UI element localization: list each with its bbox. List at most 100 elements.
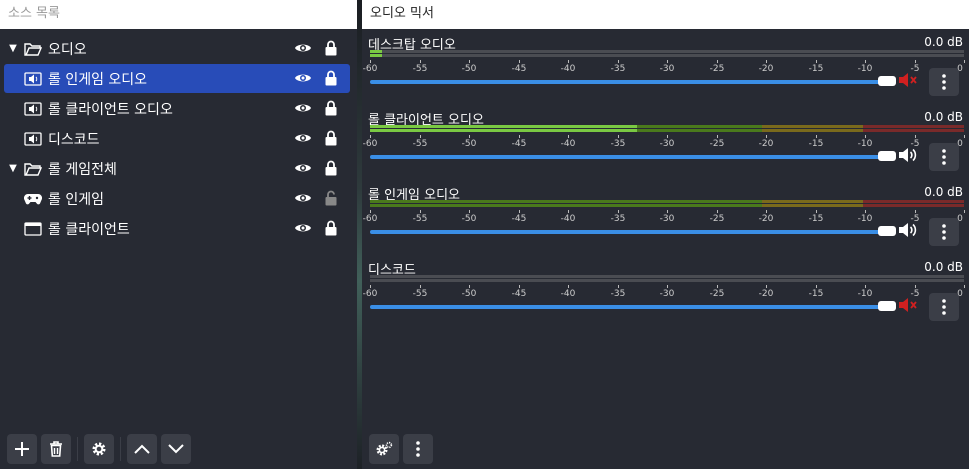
scale-label: -40: [560, 214, 576, 224]
slider-handle[interactable]: [878, 76, 896, 86]
lock-icon[interactable]: [325, 130, 337, 150]
volume-slider[interactable]: [370, 76, 896, 86]
speaker-icon: [899, 223, 917, 237]
scale-tick: [667, 285, 668, 288]
remove-source-button[interactable]: [41, 434, 71, 464]
mixer-channel: 롤 클라이언트 오디오 0.0 dB -60 -55 -50 -45 -40 -35 -30…: [362, 109, 969, 184]
scale-label: -25: [709, 139, 725, 149]
channel-menu-button[interactable]: [929, 293, 959, 321]
scale-tick: [370, 210, 371, 213]
channel-menu-button[interactable]: [929, 68, 959, 96]
visibility-eye-icon[interactable]: [294, 191, 312, 209]
meter-level: [370, 54, 382, 57]
scale-label: -20: [758, 214, 774, 224]
gear-icon: [92, 442, 106, 456]
scale-tick: [618, 60, 619, 63]
scale-tick: [568, 285, 569, 288]
visibility-eye-icon[interactable]: [294, 161, 312, 179]
scale-tick: [915, 210, 916, 213]
meter-scale: -60 -55 -50 -45 -40 -35 -30 -25 -20 -15 -10 -5 0: [363, 60, 965, 80]
audio-output-icon: [22, 71, 44, 87]
mute-toggle[interactable]: [898, 72, 918, 92]
source-row-ingame[interactable]: 롤 인게임: [4, 184, 350, 213]
volume-slider[interactable]: [370, 301, 896, 311]
mixer-menu-button[interactable]: [403, 434, 433, 464]
scale-label: -50: [461, 289, 477, 299]
slider-handle[interactable]: [878, 151, 896, 161]
volume-slider[interactable]: [370, 151, 896, 161]
scale-label: -10: [857, 139, 873, 149]
kebab-icon: [416, 441, 420, 457]
add-source-button[interactable]: [7, 434, 37, 464]
mute-toggle[interactable]: [898, 147, 918, 167]
scale-tick: [964, 60, 965, 63]
scale-tick: [519, 60, 520, 63]
expand-caret-icon[interactable]: ▼: [4, 43, 22, 54]
scale-tick: [865, 135, 866, 138]
visibility-eye-icon[interactable]: [294, 71, 312, 89]
scale-label: -55: [412, 214, 428, 224]
volume-slider[interactable]: [370, 226, 896, 236]
scale-tick: [964, 210, 965, 213]
kebab-icon: [942, 74, 946, 90]
scale-tick: [519, 210, 520, 213]
visibility-eye-icon[interactable]: [294, 131, 312, 149]
scale-tick: [766, 210, 767, 213]
lock-icon[interactable]: [325, 160, 337, 180]
scale-label: -45: [511, 214, 527, 224]
scale-tick: [816, 285, 817, 288]
visibility-eye-icon[interactable]: [294, 41, 312, 59]
meter-level: [370, 50, 382, 53]
move-down-button[interactable]: [161, 434, 191, 464]
up-arrow-icon: [134, 444, 150, 454]
scale-label: -30: [659, 289, 675, 299]
source-properties-button[interactable]: [84, 434, 114, 464]
visibility-eye-icon[interactable]: [294, 221, 312, 239]
scale-label: -15: [808, 214, 824, 224]
volume-meter: [370, 275, 964, 284]
source-row-ingame-audio[interactable]: 롤 인게임 오디오: [4, 64, 350, 93]
expand-caret-icon[interactable]: ▼: [4, 163, 22, 174]
slider-handle[interactable]: [878, 301, 896, 311]
lock-icon[interactable]: [325, 100, 337, 120]
scale-label: -30: [659, 64, 675, 74]
scale-label: -50: [461, 214, 477, 224]
scale-label: -40: [560, 64, 576, 74]
source-row-discord[interactable]: 디스코드: [4, 124, 350, 153]
volume-meter: [370, 200, 964, 209]
scale-tick: [717, 285, 718, 288]
scale-tick: [865, 285, 866, 288]
lock-icon[interactable]: [325, 70, 337, 90]
mute-toggle[interactable]: [898, 297, 918, 317]
audio-output-icon: [22, 101, 44, 117]
scale-label: -60: [362, 139, 378, 149]
channel-menu-button[interactable]: [929, 143, 959, 171]
meter-level: [370, 129, 638, 132]
move-up-button[interactable]: [127, 434, 157, 464]
source-row-audio-folder[interactable]: ▼ 오디오: [4, 34, 350, 63]
scale-tick: [519, 135, 520, 138]
scale-tick: [915, 285, 916, 288]
channel-menu-button[interactable]: [929, 218, 959, 246]
source-row-game-folder[interactable]: ▼ 롤 게임전체: [4, 154, 350, 183]
volume-meter: [370, 50, 964, 59]
scale-tick: [667, 135, 668, 138]
lock-icon[interactable]: [325, 220, 337, 240]
slider-handle[interactable]: [878, 226, 896, 236]
scale-label: -35: [610, 214, 626, 224]
mute-toggle[interactable]: [898, 222, 918, 242]
scale-label: -25: [709, 289, 725, 299]
source-row-client-audio[interactable]: 롤 클라이언트 오디오: [4, 94, 350, 123]
meter-scale: -60 -55 -50 -45 -40 -35 -30 -25 -20 -15 -10 -5 0: [363, 135, 965, 155]
scale-label: -35: [610, 289, 626, 299]
unlock-icon[interactable]: [325, 190, 337, 210]
lock-icon[interactable]: [325, 40, 337, 60]
advanced-audio-properties-button[interactable]: [369, 434, 399, 464]
mixer-toolbar: [369, 434, 437, 464]
visibility-eye-icon[interactable]: [294, 101, 312, 119]
mixer-channel: 롤 인게임 오디오 0.0 dB -60 -55 -50 -45 -40 -35 -30 -2…: [362, 184, 969, 259]
source-row-client[interactable]: 롤 클라이언트: [4, 214, 350, 243]
scale-tick: [370, 60, 371, 63]
scale-tick: [370, 135, 371, 138]
scale-label: -60: [362, 289, 378, 299]
